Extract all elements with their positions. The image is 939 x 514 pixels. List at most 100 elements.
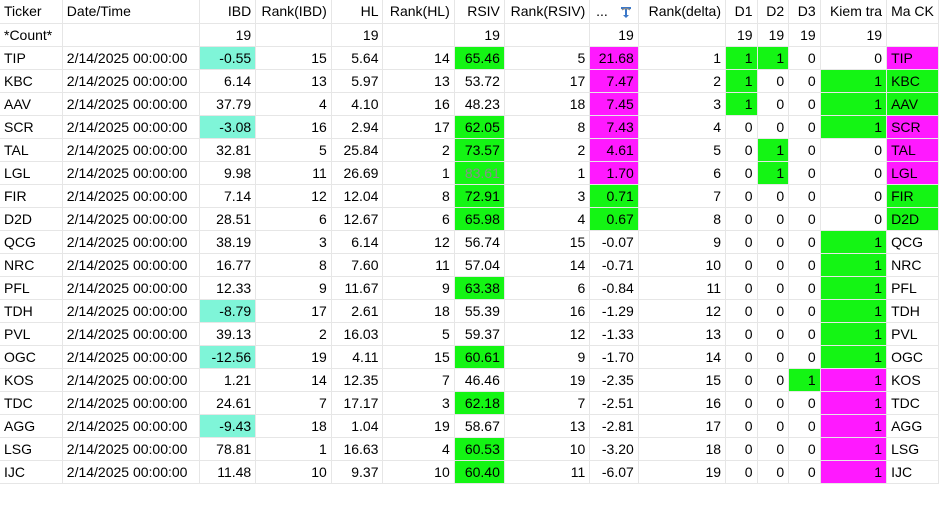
cell-rank-rsiv[interactable]: 19 (504, 368, 591, 392)
cell-hl[interactable]: 6.14 (331, 230, 384, 254)
cell-ma-ck[interactable]: QCG (886, 230, 939, 254)
table-row[interactable]: AGG 2/14/2025 00:00:00 -9.43 18 1.04 19 58.67 1… (0, 414, 939, 438)
cell-d3[interactable]: 0 (788, 276, 821, 300)
cell-ma-ck[interactable]: AAV (886, 92, 939, 116)
table-row[interactable]: KOS 2/14/2025 00:00:00 1.21 14 12.35 7 46.46 19… (0, 368, 939, 392)
cell-rank-delta[interactable]: 13 (638, 322, 727, 346)
table-row[interactable]: AAV 2/14/2025 00:00:00 37.79 4 4.10 16 48.23 18… (0, 92, 939, 116)
cell-rsiv[interactable]: 65.98 (454, 207, 505, 231)
cell-ma-ck[interactable]: IJC (886, 460, 939, 484)
cell-rsiv[interactable]: 73.57 (454, 138, 505, 162)
table-row[interactable]: TAL 2/14/2025 00:00:00 32.81 5 25.84 2 73.57 2 4… (0, 138, 939, 162)
cell-rank-rsiv[interactable]: 15 (504, 230, 591, 254)
col-header-rank-rsiv[interactable]: Rank(RSIV) (504, 0, 591, 24)
cell-ibd[interactable]: 9.98 (199, 161, 257, 185)
cell-rank-rsiv[interactable]: 9 (504, 345, 591, 369)
cell-ibd[interactable]: 38.19 (199, 230, 257, 254)
cell-kiem-tra[interactable]: 0 (820, 207, 888, 231)
cell-rank-ibd[interactable]: 9 (255, 276, 332, 300)
cell-rank-hl[interactable]: 13 (382, 69, 455, 93)
cell-rank-delta[interactable]: 17 (638, 414, 727, 438)
cell-d3[interactable]: 0 (788, 253, 821, 277)
cell-rank-hl[interactable]: 7 (382, 368, 455, 392)
cell-delta[interactable]: -0.71 (589, 253, 639, 277)
cell-rank-ibd[interactable]: 3 (255, 230, 332, 254)
cell-rank-ibd[interactable]: 8 (255, 253, 332, 277)
cell-ticker[interactable]: FIR (0, 184, 63, 208)
cell-d1[interactable]: 0 (725, 368, 758, 392)
cell-rsiv[interactable]: 60.61 (454, 345, 505, 369)
cell-ticker[interactable]: D2D (0, 207, 63, 231)
cell-ma-ck[interactable]: KBC (886, 69, 939, 93)
cell-d3[interactable]: 0 (788, 391, 821, 415)
cell-hl[interactable]: 2.61 (331, 299, 384, 323)
cell-rank-ibd[interactable]: 15 (255, 46, 332, 70)
cell-rank-delta[interactable]: 7 (638, 184, 727, 208)
cell-hl[interactable]: 25.84 (331, 138, 384, 162)
cell-d3[interactable]: 0 (788, 437, 821, 461)
cell-ticker[interactable]: NRC (0, 253, 63, 277)
cell-hl[interactable]: 7.60 (331, 253, 384, 277)
cell-kiem-tra[interactable]: 0 (820, 161, 888, 185)
cell-ticker[interactable]: IJC (0, 460, 63, 484)
cell-rank-rsiv[interactable]: 10 (504, 437, 591, 461)
cell-d2[interactable]: 0 (757, 437, 790, 461)
cell-d1[interactable]: 0 (725, 322, 758, 346)
cell-hl[interactable]: 12.67 (331, 207, 384, 231)
cell-d2[interactable]: 0 (757, 391, 790, 415)
cell-ticker[interactable]: LSG (0, 437, 63, 461)
cell-rank-hl[interactable]: 4 (382, 437, 455, 461)
table-row[interactable]: FIR 2/14/2025 00:00:00 7.14 12 12.04 8 72.91 3 0… (0, 184, 939, 208)
cell-datetime[interactable]: 2/14/2025 00:00:00 (62, 92, 201, 116)
cell-rank-rsiv[interactable]: 11 (504, 460, 591, 484)
cell-rank-delta[interactable]: 4 (638, 115, 727, 139)
cell-datetime[interactable]: 2/14/2025 00:00:00 (62, 46, 201, 70)
col-header-rank-hl[interactable]: Rank(HL) (382, 0, 455, 24)
cell-rank-ibd[interactable]: 16 (255, 115, 332, 139)
cell-rank-hl[interactable]: 3 (382, 391, 455, 415)
cell-rsiv[interactable]: 53.72 (454, 69, 505, 93)
cell-kiem-tra[interactable]: 1 (820, 115, 888, 139)
cell-d3[interactable]: 0 (788, 207, 821, 231)
cell-d2[interactable]: 0 (757, 345, 790, 369)
cell-rank-ibd[interactable]: 2 (255, 322, 332, 346)
cell-d2[interactable]: 0 (757, 322, 790, 346)
col-header-hl[interactable]: HL (331, 0, 384, 24)
cell-ibd[interactable]: -3.08 (199, 115, 257, 139)
cell-rank-hl[interactable]: 6 (382, 207, 455, 231)
cell-rsiv[interactable]: 58.67 (454, 414, 505, 438)
col-header-kiem-tra[interactable]: Kiem tra (820, 0, 888, 24)
cell-ibd[interactable]: 32.81 (199, 138, 257, 162)
cell-d1[interactable]: 1 (725, 69, 758, 93)
cell-hl[interactable]: 5.64 (331, 46, 384, 70)
cell-datetime[interactable]: 2/14/2025 00:00:00 (62, 184, 201, 208)
col-header-ibd[interactable]: IBD (199, 0, 257, 24)
cell-rank-delta[interactable]: 5 (638, 138, 727, 162)
cell-rank-delta[interactable]: 16 (638, 391, 727, 415)
cell-rsiv[interactable]: 59.37 (454, 322, 505, 346)
cell-hl[interactable]: 17.17 (331, 391, 384, 415)
cell-datetime[interactable]: 2/14/2025 00:00:00 (62, 207, 201, 231)
cell-ibd[interactable]: 37.79 (199, 92, 257, 116)
cell-rank-hl[interactable]: 9 (382, 276, 455, 300)
cell-d1[interactable]: 1 (725, 46, 758, 70)
cell-rank-rsiv[interactable]: 12 (504, 322, 591, 346)
cell-rsiv[interactable]: 72.91 (454, 184, 505, 208)
cell-d1[interactable]: 0 (725, 253, 758, 277)
cell-delta[interactable]: 7.45 (589, 92, 639, 116)
cell-rsiv[interactable]: 56.74 (454, 230, 505, 254)
cell-hl[interactable]: 12.35 (331, 368, 384, 392)
cell-d1[interactable]: 0 (725, 299, 758, 323)
table-row[interactable]: TIP 2/14/2025 00:00:00 -0.55 15 5.64 14 65.46 5… (0, 46, 939, 70)
cell-rank-ibd[interactable]: 17 (255, 299, 332, 323)
cell-ma-ck[interactable]: D2D (886, 207, 939, 231)
cell-ticker[interactable]: OGC (0, 345, 63, 369)
cell-datetime[interactable]: 2/14/2025 00:00:00 (62, 345, 201, 369)
cell-kiem-tra[interactable]: 1 (820, 253, 888, 277)
cell-ma-ck[interactable]: FIR (886, 184, 939, 208)
col-header-ticker[interactable]: Ticker (0, 0, 63, 24)
cell-datetime[interactable]: 2/14/2025 00:00:00 (62, 69, 201, 93)
col-header-datetime[interactable]: Date/Time (62, 0, 201, 24)
cell-ibd[interactable]: 24.61 (199, 391, 257, 415)
cell-hl[interactable]: 12.04 (331, 184, 384, 208)
